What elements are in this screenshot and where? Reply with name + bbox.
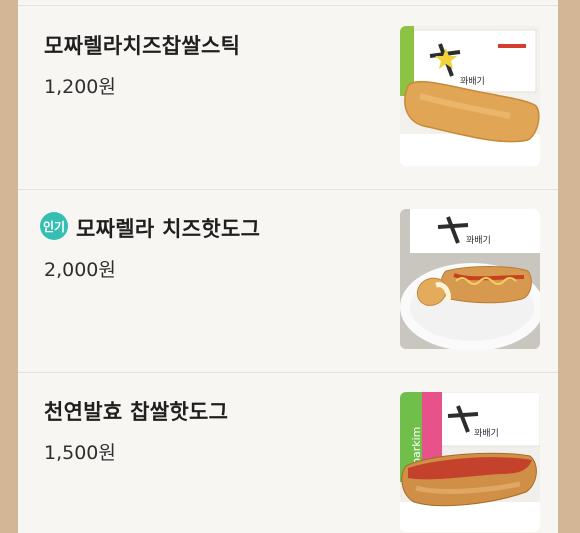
menu-item-mozzarella-cheese-hotdog[interactable]: 인기 모짜렐라 치즈핫도그 2,000원 꽈배기 xyxy=(18,189,558,373)
popular-badge: 인기 xyxy=(40,212,68,240)
menu-item-mozzarella-cheese-stick[interactable]: 모짜렐라치즈찹쌀스틱 1,200원 꽈배기 xyxy=(18,5,558,190)
menu-item-name: 모짜렐라 치즈핫도그 xyxy=(76,217,261,241)
menu-list: 모짜렐라치즈찹쌀스틱 1,200원 꽈배기 인기 모짜렐라 치즈핫도그 2,00… xyxy=(18,0,558,533)
menu-item-price: 2,000원 xyxy=(44,259,116,281)
menu-item-name: 천연발효 찹쌀핫도그 xyxy=(44,400,229,424)
menu-item-name: 모짜렐라치즈찹쌀스틱 xyxy=(44,34,241,58)
brand-text: 꽈배기 xyxy=(466,235,491,246)
menu-item-price: 1,200원 xyxy=(44,76,116,98)
menu-item-photo: Sparkim 꽈배기 xyxy=(400,392,540,532)
brand-text: 꽈배기 xyxy=(474,428,499,439)
menu-item-photo: 꽈배기 xyxy=(400,209,540,349)
menu-item-price: 1,500원 xyxy=(44,442,116,464)
menu-item-fermented-rice-hotdog[interactable]: 천연발효 찹쌀핫도그 1,500원 Sparkim 꽈배기 xyxy=(18,372,558,533)
brand-text: 꽈배기 xyxy=(460,76,485,87)
menu-item-photo: 꽈배기 xyxy=(400,26,540,166)
